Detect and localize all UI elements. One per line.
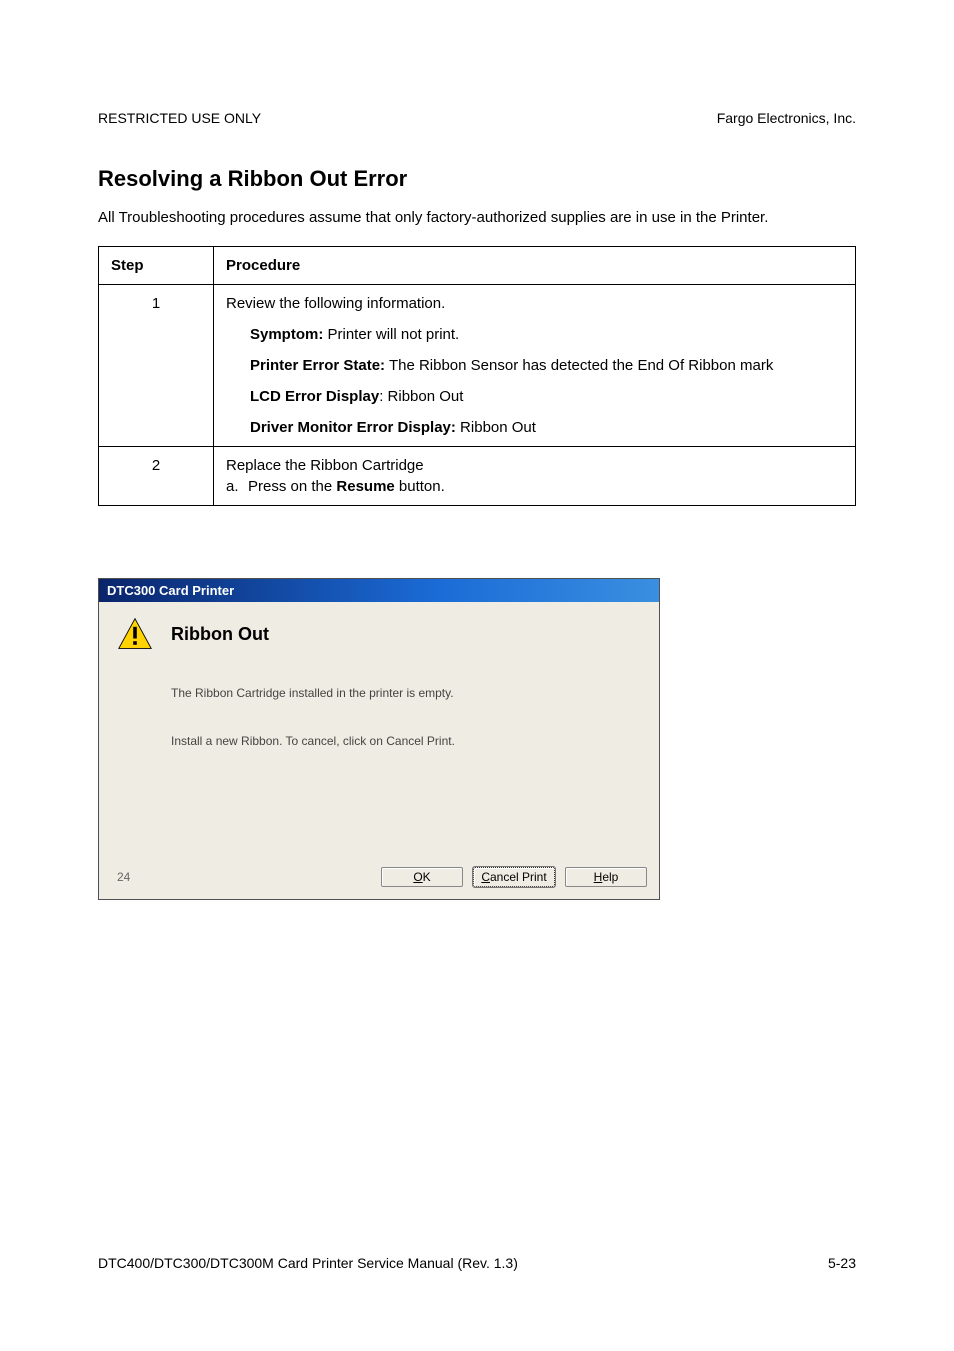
list-text-strong: Resume xyxy=(336,478,394,495)
ok-rest: K xyxy=(423,870,431,884)
step-number: 1 xyxy=(99,285,214,447)
header-left: RESTRICTED USE ONLY xyxy=(98,110,261,126)
lcd-label: LCD Error Display xyxy=(250,388,379,405)
procedure-cell: Review the following information. Sympto… xyxy=(214,285,856,447)
dialog-line-2: Install a new Ribbon. To cancel, click o… xyxy=(171,734,641,748)
state-label: Printer Error State: xyxy=(250,357,385,374)
dialog-line-1: The Ribbon Cartridge installed in the pr… xyxy=(171,686,641,700)
list-text-post: button. xyxy=(395,478,445,495)
col-step: Step xyxy=(99,247,214,285)
dialog-count: 24 xyxy=(111,870,130,884)
step-number: 2 xyxy=(99,447,214,506)
error-dialog: DTC300 Card Printer Ribbon Out The Ribbo… xyxy=(98,578,660,900)
driver-text: Ribbon Out xyxy=(456,419,536,436)
lcd-text: : Ribbon Out xyxy=(379,388,463,405)
footer-right: 5-23 xyxy=(828,1255,856,1271)
list-text-pre: Press on the xyxy=(248,478,336,495)
section-intro: All Troubleshooting procedures assume th… xyxy=(98,208,856,228)
dialog-heading: Ribbon Out xyxy=(171,624,269,645)
table-header-row: Step Procedure xyxy=(99,247,856,285)
driver-label: Driver Monitor Error Display: xyxy=(250,419,456,436)
symptom-label: Symptom: xyxy=(250,326,323,343)
cancel-rest: ancel Print xyxy=(490,870,547,884)
procedure-lead: Review the following information. xyxy=(226,295,843,312)
header-right: Fargo Electronics, Inc. xyxy=(717,110,856,126)
dialog-titlebar: DTC300 Card Printer xyxy=(99,579,659,602)
procedure-table: Step Procedure 1 Review the following in… xyxy=(98,246,856,506)
procedure-cell: Replace the Ribbon Cartridge a. Press on… xyxy=(214,447,856,506)
footer-left: DTC400/DTC300/DTC300M Card Printer Servi… xyxy=(98,1255,518,1271)
section-heading: Resolving a Ribbon Out Error xyxy=(98,166,856,192)
cancel-print-button[interactable]: Cancel Print xyxy=(473,867,555,887)
col-procedure: Procedure xyxy=(214,247,856,285)
table-row: 1 Review the following information. Symp… xyxy=(99,285,856,447)
help-rest: elp xyxy=(602,870,618,884)
symptom-text: Printer will not print. xyxy=(323,326,459,343)
list-letter: a. xyxy=(226,478,248,495)
warning-icon xyxy=(117,616,153,652)
ok-mnemonic: O xyxy=(413,870,422,884)
table-row: 2 Replace the Ribbon Cartridge a. Press … xyxy=(99,447,856,506)
procedure-lead: Replace the Ribbon Cartridge xyxy=(226,457,843,474)
state-text: The Ribbon Sensor has detected the End O… xyxy=(385,357,773,374)
cancel-mnemonic: C xyxy=(481,870,490,884)
help-button[interactable]: Help xyxy=(565,867,647,887)
ok-button[interactable]: OK xyxy=(381,867,463,887)
